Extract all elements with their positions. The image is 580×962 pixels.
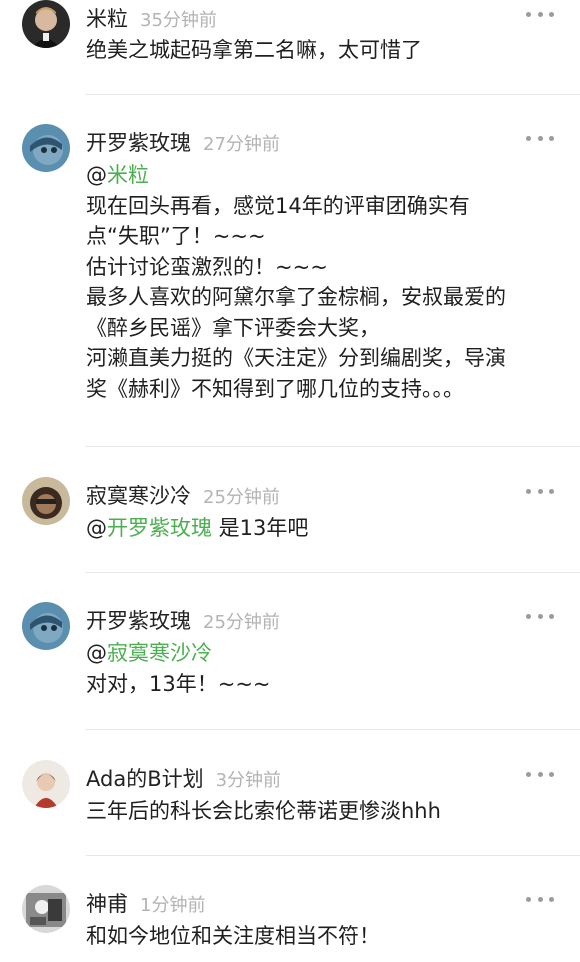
more-options-icon[interactable]: [526, 609, 554, 623]
divider: [86, 446, 580, 447]
username[interactable]: 寂寞寒沙冷 25分钟前: [86, 480, 280, 510]
comment-text: 和如今地位和关注度相当不符！: [86, 924, 380, 948]
timestamp: 1分钟前: [140, 895, 206, 916]
comment-text: @开罗紫玫瑰 是13年吧: [86, 516, 309, 540]
comment-text: @米粒 现在回头再看，感觉14年的评审团确实有 点“失职”了！~~~ 估计讨论蛮…: [86, 163, 506, 401]
username[interactable]: Ada的B计划 3分钟前: [86, 763, 281, 793]
timestamp: 35分钟前: [140, 10, 217, 31]
comment-text: @寂寞寒沙冷 对对，13年！~~~: [86, 641, 271, 696]
divider: [86, 572, 580, 573]
avatar[interactable]: [22, 602, 70, 650]
avatar[interactable]: [22, 885, 70, 933]
comment-text: 绝美之城起码拿第二名嘛，太可惜了: [86, 38, 422, 62]
more-options-icon[interactable]: [526, 484, 554, 498]
more-options-icon[interactable]: [526, 131, 554, 145]
more-options-icon[interactable]: [526, 7, 554, 21]
username[interactable]: 米粒 35分钟前: [86, 3, 217, 33]
divider: [86, 94, 580, 95]
mention-link[interactable]: 开罗紫玫瑰: [107, 516, 212, 540]
username[interactable]: 开罗紫玫瑰 27分钟前: [86, 127, 280, 157]
mention-link[interactable]: 寂寞寒沙冷: [107, 641, 212, 665]
avatar[interactable]: [22, 477, 70, 525]
more-options-icon[interactable]: [526, 892, 554, 906]
divider: [86, 729, 580, 730]
more-options-icon[interactable]: [526, 767, 554, 781]
avatar[interactable]: [22, 760, 70, 808]
comment-text: 三年后的科长会比索伦蒂诺更惨淡hhh: [86, 799, 441, 823]
divider: [86, 855, 580, 856]
username[interactable]: 神甫 1分钟前: [86, 888, 205, 918]
timestamp: 3分钟前: [215, 770, 282, 791]
mention-link[interactable]: 米粒: [107, 163, 149, 187]
avatar[interactable]: [22, 0, 70, 48]
avatar[interactable]: [22, 124, 70, 172]
timestamp: 25分钟前: [203, 612, 280, 633]
timestamp: 25分钟前: [203, 487, 280, 508]
username[interactable]: 开罗紫玫瑰 25分钟前: [86, 605, 280, 635]
timestamp: 27分钟前: [203, 134, 280, 155]
